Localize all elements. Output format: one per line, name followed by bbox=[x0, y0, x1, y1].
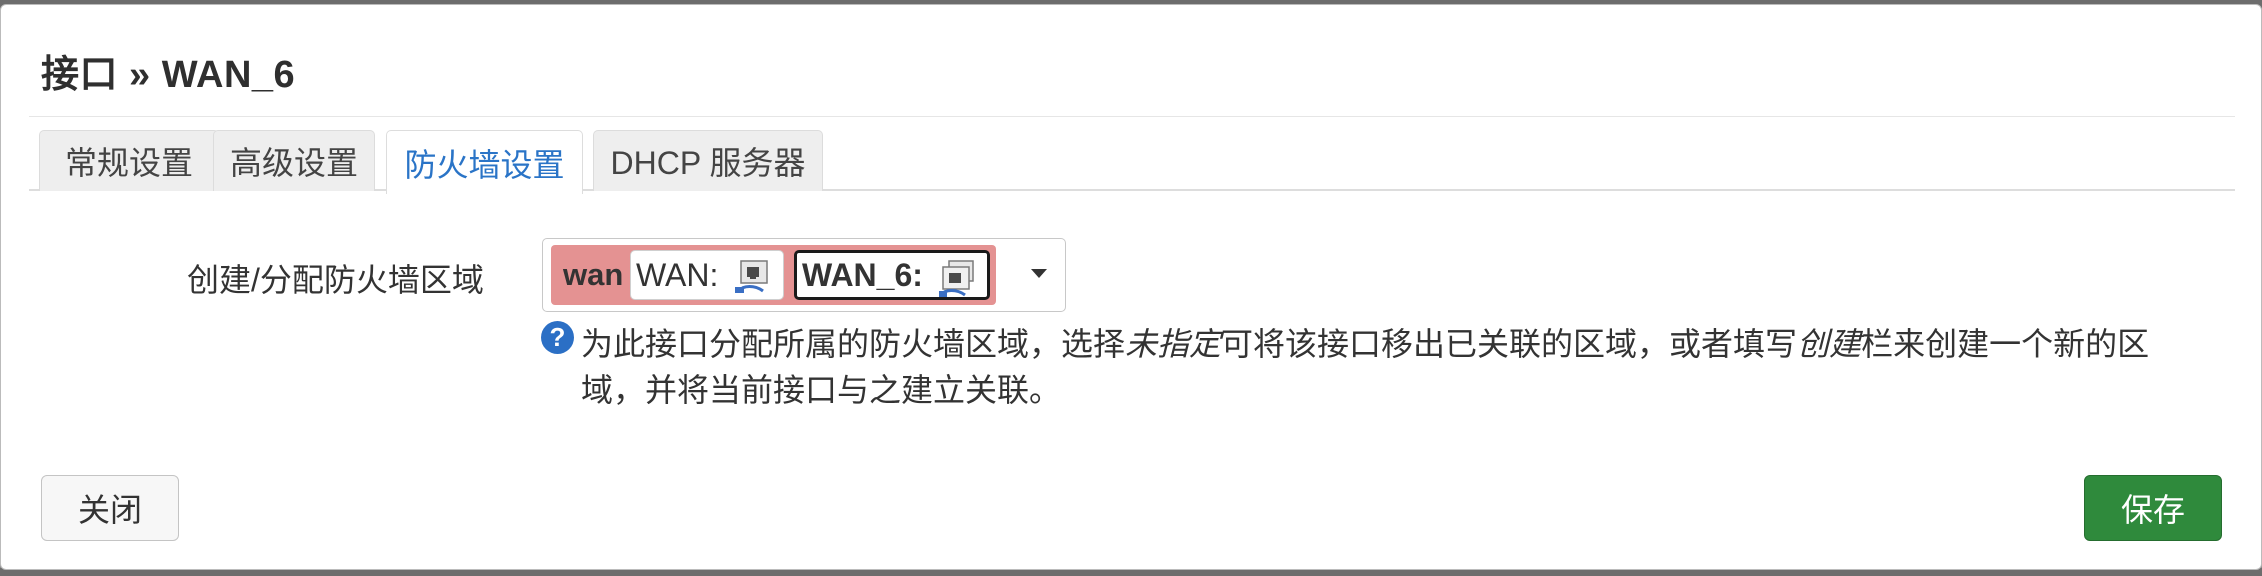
help-icon: ? bbox=[541, 321, 574, 354]
chevron-down-icon[interactable] bbox=[1031, 269, 1047, 278]
interface-label: WAN_6: bbox=[802, 256, 923, 293]
help-text-create: 创建 bbox=[1797, 326, 1862, 362]
help-text-unspecified: 未指定 bbox=[1125, 326, 1222, 362]
help-text-part: 可将该接口移出已关联的区域，或者填写 bbox=[1221, 326, 1798, 362]
interface-badge-wan: WAN: bbox=[630, 250, 784, 300]
dialog-title: 接口 » WAN_6 bbox=[41, 54, 296, 96]
interface-label: WAN: bbox=[636, 256, 719, 293]
tab-general-settings[interactable]: 常规设置 bbox=[39, 130, 219, 191]
ethernet-port-icon bbox=[939, 260, 974, 297]
close-button[interactable]: 关闭 bbox=[41, 475, 179, 541]
interface-badge-wan6: WAN_6: bbox=[794, 250, 990, 300]
ethernet-port-icon bbox=[735, 260, 768, 293]
interface-dialog: 接口 » WAN_6 常规设置 高级设置 防火墙设置 DHCP 服务器 创建/分… bbox=[0, 4, 2262, 570]
firewall-zone-dropdown[interactable]: wan WAN: WAN_6: bbox=[542, 238, 1066, 312]
title-divider bbox=[29, 116, 2235, 117]
zone-name: wan bbox=[563, 257, 624, 292]
tab-advanced-settings[interactable]: 高级设置 bbox=[213, 130, 375, 191]
firewall-zone-help-text: 为此接口分配所属的防火墙区域，选择未指定可将该接口移出已关联的区域，或者填写创建… bbox=[581, 321, 2201, 413]
help-text-part: 为此接口分配所属的防火墙区域，选择 bbox=[581, 326, 1126, 362]
zone-badge-wan: wan WAN: WAN_6: bbox=[551, 245, 996, 305]
tab-dhcp-server[interactable]: DHCP 服务器 bbox=[593, 130, 823, 191]
firewall-zone-label: 创建/分配防火墙区域 bbox=[187, 262, 484, 298]
save-button[interactable]: 保存 bbox=[2084, 475, 2222, 541]
tab-firewall-settings[interactable]: 防火墙设置 bbox=[386, 130, 583, 194]
tab-bar: 常规设置 高级设置 防火墙设置 DHCP 服务器 bbox=[29, 128, 2235, 194]
